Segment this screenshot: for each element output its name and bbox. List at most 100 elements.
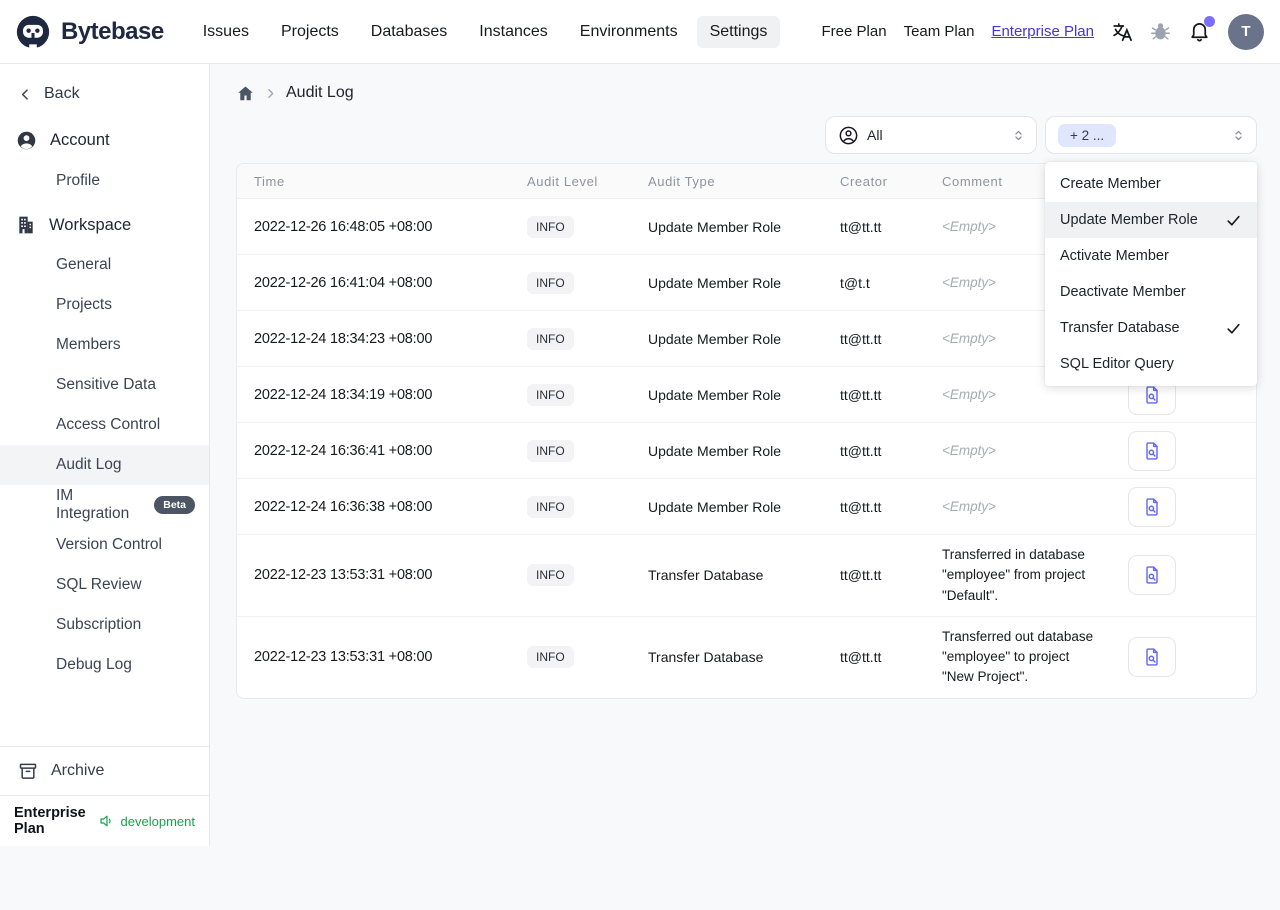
back-button[interactable]: Back	[0, 76, 209, 116]
plan-status-bar: Enterprise Plan development	[0, 795, 209, 846]
menu-item-sql-editor-query[interactable]: SQL Editor Query	[1045, 346, 1257, 382]
sidebar-item-label: IM Integration	[56, 487, 146, 523]
col-audit-type: Audit Type	[648, 174, 840, 189]
nav-environments[interactable]: Environments	[567, 16, 691, 48]
bytebase-logo[interactable]: Bytebase	[14, 13, 164, 51]
view-log-detail-button[interactable]	[1128, 555, 1176, 595]
cell-creator: tt@tt.tt	[840, 499, 942, 515]
cell-time: 2022-12-23 13:53:31 +08:00	[237, 567, 527, 583]
cell-audit-type: Update Member Role	[648, 499, 840, 515]
cell-audit-type: Transfer Database	[648, 567, 840, 583]
col-audit-level: Audit Level	[527, 174, 648, 189]
check-icon	[1225, 320, 1242, 337]
table-row: 2022-12-24 16:36:41 +08:00 INFO Update M…	[237, 423, 1256, 479]
sidebar-item-audit-log[interactable]: Audit Log	[0, 445, 209, 485]
settings-sidebar: Back Account Profile	[0, 64, 210, 846]
menu-item-activate-member[interactable]: Activate Member	[1045, 238, 1257, 274]
team-plan-link[interactable]: Team Plan	[904, 23, 975, 40]
breadcrumb-current: Audit Log	[286, 84, 354, 102]
table-row: 2022-12-23 13:53:31 +08:00 INFO Transfer…	[237, 617, 1256, 698]
account-section-label: Account	[50, 131, 110, 150]
enterprise-plan-link[interactable]: Enterprise Plan	[991, 23, 1094, 40]
level-badge: INFO	[527, 328, 574, 350]
speaker-icon	[99, 813, 115, 829]
sidebar-item-general[interactable]: General	[0, 245, 209, 285]
cell-creator: tt@tt.tt	[840, 567, 942, 583]
view-log-detail-button[interactable]	[1128, 637, 1176, 677]
back-label: Back	[44, 85, 80, 103]
nav-databases[interactable]: Databases	[358, 16, 461, 48]
nav-projects[interactable]: Projects	[268, 16, 352, 48]
workspace-section-label: Workspace	[49, 216, 131, 235]
breadcrumb: Audit Log	[236, 80, 1257, 106]
home-icon[interactable]	[236, 84, 255, 103]
cell-time: 2022-12-24 16:36:38 +08:00	[237, 499, 527, 515]
menu-item-create-member[interactable]: Create Member	[1045, 166, 1257, 202]
creator-filter-select[interactable]: All	[825, 116, 1037, 154]
cell-time: 2022-12-26 16:41:04 +08:00	[237, 275, 527, 291]
user-circle-icon	[16, 130, 37, 151]
cell-time: 2022-12-24 16:36:41 +08:00	[237, 443, 527, 459]
translate-icon[interactable]	[1111, 21, 1133, 43]
chevron-up-down-icon	[1231, 128, 1246, 143]
section-account: Account	[0, 120, 209, 161]
menu-item-update-member-role[interactable]: Update Member Role	[1045, 202, 1257, 238]
sidebar-nav: Back Account Profile	[0, 64, 209, 746]
cell-audit-type: Update Member Role	[648, 331, 840, 347]
cell-audit-type: Update Member Role	[648, 219, 840, 235]
archive-button[interactable]: Archive	[0, 746, 209, 795]
bug-report-icon[interactable]	[1150, 21, 1171, 42]
nav-settings[interactable]: Settings	[697, 16, 781, 48]
nav-instances[interactable]: Instances	[466, 16, 560, 48]
cell-audit-type: Update Member Role	[648, 387, 840, 403]
sidebar-item-debug-log[interactable]: Debug Log	[0, 645, 209, 685]
cell-creator: tt@tt.tt	[840, 387, 942, 403]
level-badge: INFO	[527, 384, 574, 406]
sidebar-item-label: Debug Log	[56, 656, 132, 674]
table-row: 2022-12-23 13:53:31 +08:00 INFO Transfer…	[237, 535, 1256, 617]
section-workspace: Workspace	[0, 205, 209, 245]
nav-issues[interactable]: Issues	[190, 16, 262, 48]
free-plan-link[interactable]: Free Plan	[822, 23, 887, 40]
audit-type-filter-select[interactable]: + 2 ...	[1045, 116, 1257, 154]
menu-item-transfer-database[interactable]: Transfer Database	[1045, 310, 1257, 346]
sidebar-item-access-control[interactable]: Access Control	[0, 405, 209, 445]
cell-creator: tt@tt.tt	[840, 331, 942, 347]
main-content: Audit Log All + 2 ...	[210, 64, 1280, 699]
sidebar-item-label: General	[56, 256, 111, 274]
view-log-detail-button[interactable]	[1128, 487, 1176, 527]
sidebar-item-subscription[interactable]: Subscription	[0, 605, 209, 645]
sidebar-item-label: Members	[56, 336, 121, 354]
col-creator: Creator	[840, 174, 942, 189]
cell-comment: <Empty>	[942, 499, 1104, 514]
sidebar-item-projects[interactable]: Projects	[0, 285, 209, 325]
user-avatar[interactable]: T	[1228, 14, 1264, 50]
level-badge: INFO	[527, 564, 574, 586]
top-navbar: Bytebase Issues Projects Databases Insta…	[0, 0, 1280, 64]
notification-dot	[1204, 16, 1215, 27]
cell-comment: <Empty>	[942, 387, 1104, 402]
cell-audit-type: Transfer Database	[648, 649, 840, 665]
sidebar-item-version-control[interactable]: Version Control	[0, 525, 209, 565]
sidebar-item-label: Sensitive Data	[56, 376, 156, 394]
brand-name: Bytebase	[61, 18, 164, 46]
sidebar-item-members[interactable]: Members	[0, 325, 209, 365]
sidebar-item-label: Audit Log	[56, 456, 122, 474]
view-log-detail-button[interactable]	[1128, 431, 1176, 471]
chevron-left-icon	[18, 87, 33, 102]
building-icon	[16, 215, 36, 235]
notifications-bell-icon[interactable]	[1188, 20, 1211, 43]
cell-comment: <Empty>	[942, 443, 1104, 458]
sidebar-item-label: Projects	[56, 296, 112, 314]
menu-item-label: Deactivate Member	[1060, 284, 1186, 300]
bytebase-logo-icon	[14, 13, 52, 51]
sidebar-item-profile[interactable]: Profile	[0, 161, 209, 201]
cell-creator: tt@tt.tt	[840, 443, 942, 459]
menu-item-deactivate-member[interactable]: Deactivate Member	[1045, 274, 1257, 310]
filter-row: All + 2 ... Create Member Update Member …	[236, 116, 1257, 154]
sidebar-item-im-integration[interactable]: IM Integration Beta	[0, 485, 209, 525]
sidebar-item-sql-review[interactable]: SQL Review	[0, 565, 209, 605]
sidebar-item-sensitive-data[interactable]: Sensitive Data	[0, 365, 209, 405]
menu-item-label: Transfer Database	[1060, 320, 1180, 336]
cell-time: 2022-12-24 18:34:23 +08:00	[237, 331, 527, 347]
